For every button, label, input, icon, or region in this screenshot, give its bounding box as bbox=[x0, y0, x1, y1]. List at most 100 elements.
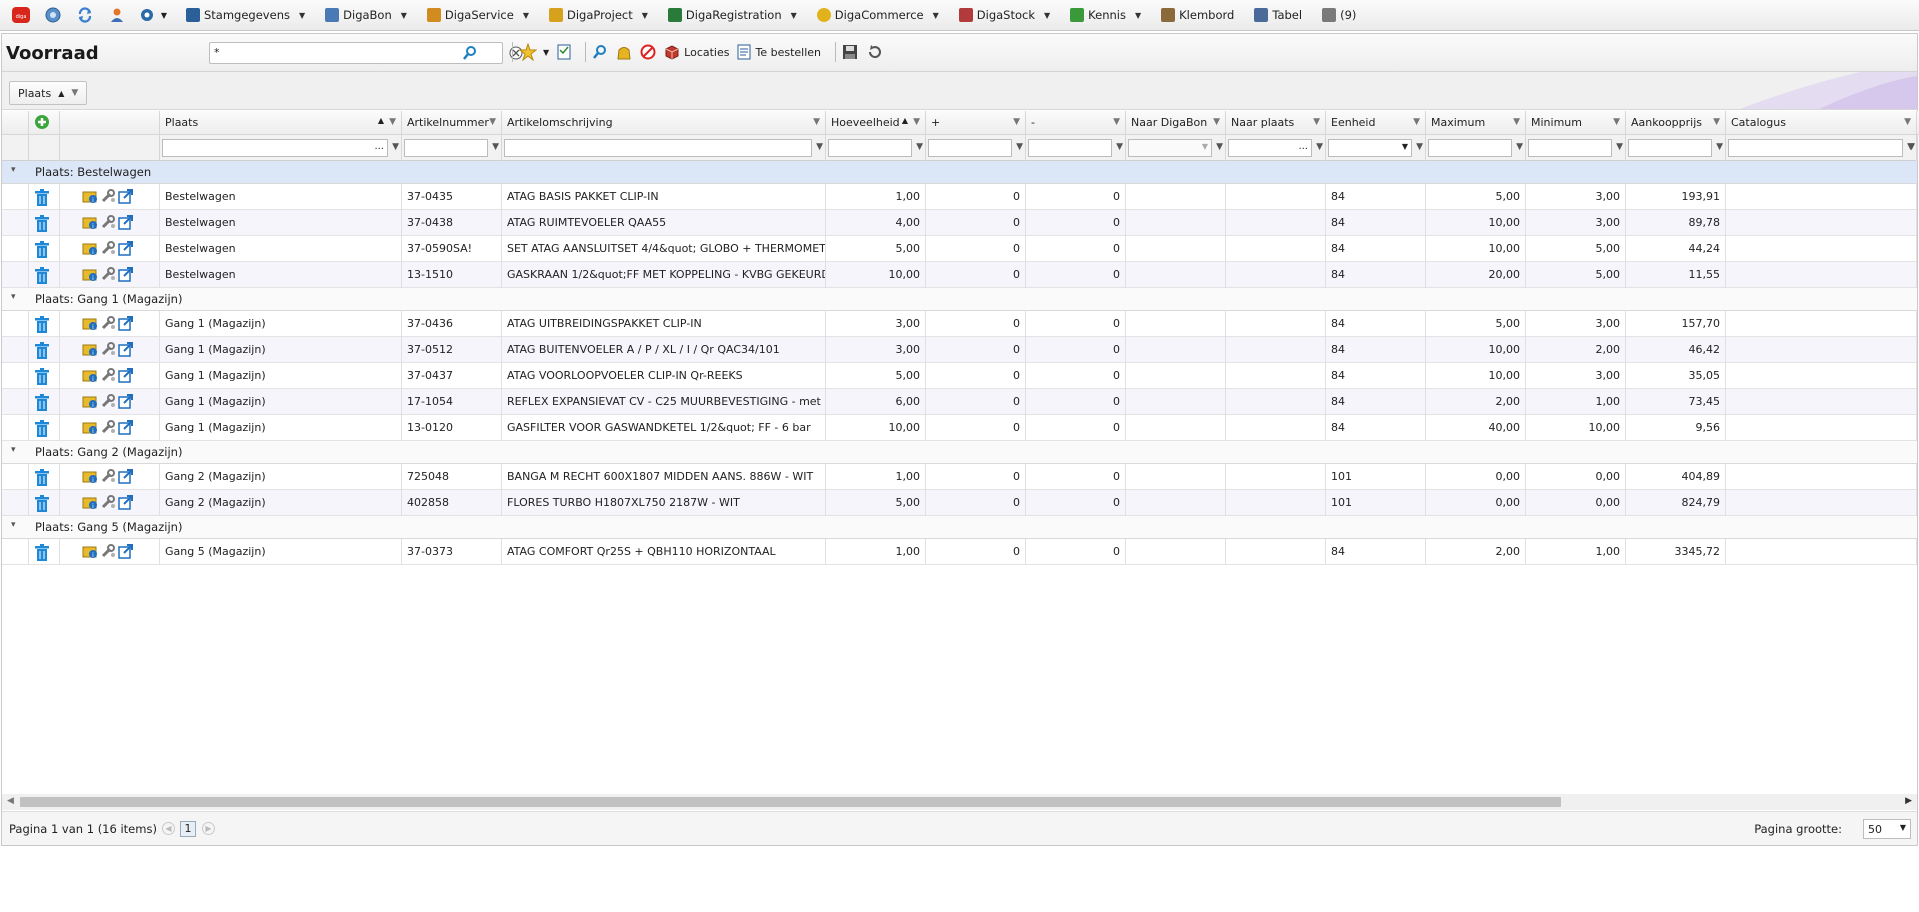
filter-icon[interactable]: ▼ bbox=[492, 142, 499, 152]
filter-icon[interactable]: ▼ bbox=[816, 142, 823, 152]
open-external-icon[interactable] bbox=[118, 494, 134, 510]
add-row-button[interactable] bbox=[29, 111, 60, 135]
filter-icon[interactable]: ▼ bbox=[1616, 142, 1623, 152]
chevron-down-icon[interactable]: ▼ bbox=[642, 11, 648, 20]
tools-icon[interactable] bbox=[100, 315, 116, 331]
table-row[interactable]: i Gang 2 (Magazijn) 402858 FLORES TURBO H18… bbox=[2, 490, 1917, 516]
filter-icon[interactable]: ▼ bbox=[1216, 142, 1223, 152]
open-external-icon[interactable] bbox=[118, 419, 134, 435]
filter-input-hoev[interactable] bbox=[828, 139, 912, 157]
filter-icon[interactable]: ▼ bbox=[1516, 142, 1523, 152]
stop-icon[interactable] bbox=[640, 44, 656, 60]
collapse-icon[interactable]: ▾ bbox=[11, 445, 16, 455]
app-logo-icon[interactable]: diga bbox=[10, 4, 32, 26]
filter-icon[interactable]: ▼ bbox=[392, 142, 399, 152]
menu-stamgegevens[interactable]: Stamgegevens ▼ bbox=[174, 0, 313, 31]
page-size-select[interactable]: 50 ▼ bbox=[1863, 819, 1911, 839]
open-external-icon[interactable] bbox=[118, 315, 134, 331]
open-external-icon[interactable] bbox=[118, 240, 134, 256]
open-external-icon[interactable] bbox=[118, 266, 134, 282]
tools-icon[interactable] bbox=[100, 419, 116, 435]
tools-icon[interactable] bbox=[100, 543, 116, 559]
filter-input-min[interactable] bbox=[1028, 139, 1112, 157]
search-input[interactable]: * bbox=[209, 42, 523, 64]
trash-icon[interactable] bbox=[34, 394, 50, 412]
chevron-down-icon[interactable]: ▼ bbox=[299, 11, 305, 20]
chevron-down-icon[interactable]: ▼ bbox=[1135, 11, 1141, 20]
column-header-hoev[interactable]: Hoeveelheid ▲ ▼ bbox=[826, 111, 926, 135]
user-icon[interactable] bbox=[106, 4, 128, 26]
chevron-down-icon[interactable]: ▼ bbox=[523, 11, 529, 20]
reset-icon[interactable] bbox=[866, 44, 882, 60]
column-header-min[interactable]: - ▼ bbox=[1026, 111, 1126, 135]
menu-kennis[interactable]: Kennis ▼ bbox=[1058, 0, 1149, 31]
trash-icon[interactable] bbox=[34, 316, 50, 334]
next-page-icon[interactable]: ▶ bbox=[202, 822, 215, 835]
filter-input-aankoop[interactable] bbox=[1628, 139, 1712, 157]
favorites-icon[interactable]: ▼ bbox=[519, 43, 549, 61]
column-header-minimum[interactable]: Minimum ▼ bbox=[1526, 111, 1626, 135]
search-icon[interactable] bbox=[462, 45, 478, 64]
filter-input-catalogus[interactable] bbox=[1728, 139, 1903, 157]
te-bestellen-button[interactable]: Te bestellen bbox=[737, 44, 821, 60]
table-row[interactable]: i Gang 1 (Magazijn) 37-0436 ATAG UITBREIDIN… bbox=[2, 311, 1917, 337]
page-number-current[interactable]: 1 bbox=[180, 821, 196, 837]
trash-icon[interactable] bbox=[34, 241, 50, 259]
column-header-plus[interactable]: + ▼ bbox=[926, 111, 1026, 135]
filter-icon[interactable]: ▼ bbox=[813, 117, 820, 127]
menu-digacommerce[interactable]: DigaCommerce ▼ bbox=[805, 0, 947, 31]
locaties-button[interactable]: Locaties bbox=[664, 44, 729, 60]
filter-input-artnr[interactable] bbox=[404, 139, 488, 157]
scroll-thumb[interactable] bbox=[20, 797, 1561, 807]
filter-input-minimum[interactable] bbox=[1528, 139, 1612, 157]
filter-icon[interactable]: ▼ bbox=[389, 117, 396, 127]
filter-input-plus[interactable] bbox=[928, 139, 1012, 157]
save-icon[interactable] bbox=[842, 44, 858, 60]
tools-icon[interactable] bbox=[100, 214, 116, 230]
table-row[interactable]: i Gang 1 (Magazijn) 13-0120 GASFILTER VOOR … bbox=[2, 415, 1917, 441]
trash-icon[interactable] bbox=[34, 368, 50, 386]
filter-icon[interactable]: ▼ bbox=[1416, 142, 1423, 152]
column-header-max[interactable]: Maximum ▼ bbox=[1426, 111, 1526, 135]
table-row[interactable]: i Gang 1 (Magazijn) 17-1054 REFLEX EXPANSIE… bbox=[2, 389, 1917, 415]
scroll-left-icon[interactable]: ◀ bbox=[7, 796, 14, 806]
menu-digastock[interactable]: DigaStock ▼ bbox=[947, 0, 1058, 31]
table-row[interactable]: i Bestelwagen 37-0435 ATAG BASIS PAKKET CLI… bbox=[2, 184, 1917, 210]
table-row[interactable]: i Bestelwagen 37-0438 ATAG RUIMTEVOELER QAA… bbox=[2, 210, 1917, 236]
filter-input-naar_bon[interactable]: ▼ bbox=[1128, 139, 1212, 157]
table-row[interactable]: i Bestelwagen 13-1510 GASKRAAN 1/2&quot;FF … bbox=[2, 262, 1917, 288]
filter-icon[interactable]: ▼ bbox=[71, 88, 78, 98]
menu-digaservice[interactable]: DigaService ▼ bbox=[415, 0, 537, 31]
tools-icon[interactable] bbox=[100, 468, 116, 484]
collapse-icon[interactable]: ▾ bbox=[11, 165, 16, 175]
chevron-down-icon[interactable]: ▼ bbox=[1402, 142, 1408, 151]
search-tool-icon[interactable] bbox=[592, 44, 608, 60]
column-header-aankoop[interactable]: Aankoopprijs ▼ bbox=[1626, 111, 1726, 135]
open-external-icon[interactable] bbox=[118, 468, 134, 484]
trash-icon[interactable] bbox=[34, 544, 50, 562]
info-folder-icon[interactable]: i bbox=[82, 188, 98, 204]
filter-icon[interactable]: ▼ bbox=[913, 117, 920, 127]
column-header-artnr[interactable]: Artikelnummer ▼ bbox=[402, 111, 502, 135]
chevron-down-icon[interactable]: ▼ bbox=[933, 11, 939, 20]
table-row[interactable]: i Gang 2 (Magazijn) 725048 BANGA M RECHT 60… bbox=[2, 464, 1917, 490]
open-external-icon[interactable] bbox=[118, 188, 134, 204]
filter-icon[interactable]: ▼ bbox=[1713, 117, 1720, 127]
column-header-naar_bon[interactable]: Naar DigaBon ▼ bbox=[1126, 111, 1226, 135]
info-folder-icon[interactable]: i bbox=[82, 468, 98, 484]
sort-asc-icon[interactable]: ▲ bbox=[58, 89, 64, 98]
horizontal-scrollbar[interactable]: ◀ ▶ bbox=[2, 794, 1917, 810]
filter-icon[interactable]: ▼ bbox=[916, 142, 923, 152]
filter-icon[interactable]: ▼ bbox=[1313, 117, 1320, 127]
filter-icon[interactable]: ▼ bbox=[1908, 142, 1915, 152]
menu-9[interactable]: (9) bbox=[1310, 0, 1364, 31]
info-folder-icon[interactable]: i bbox=[82, 214, 98, 230]
column-header-eenheid[interactable]: Eenheid ▼ bbox=[1326, 111, 1426, 135]
table-row[interactable]: i Gang 5 (Magazijn) 37-0373 ATAG COMFORT Qr… bbox=[2, 539, 1917, 565]
menu-digabon[interactable]: DigaBon ▼ bbox=[313, 0, 415, 31]
info-folder-icon[interactable]: i bbox=[82, 494, 98, 510]
info-folder-icon[interactable]: i bbox=[82, 266, 98, 282]
chevron-down-icon[interactable]: ▼ bbox=[401, 11, 407, 20]
column-header-catalogus[interactable]: Catalogus ▼ bbox=[1726, 111, 1917, 135]
menu-klembord[interactable]: Klembord bbox=[1149, 0, 1242, 31]
